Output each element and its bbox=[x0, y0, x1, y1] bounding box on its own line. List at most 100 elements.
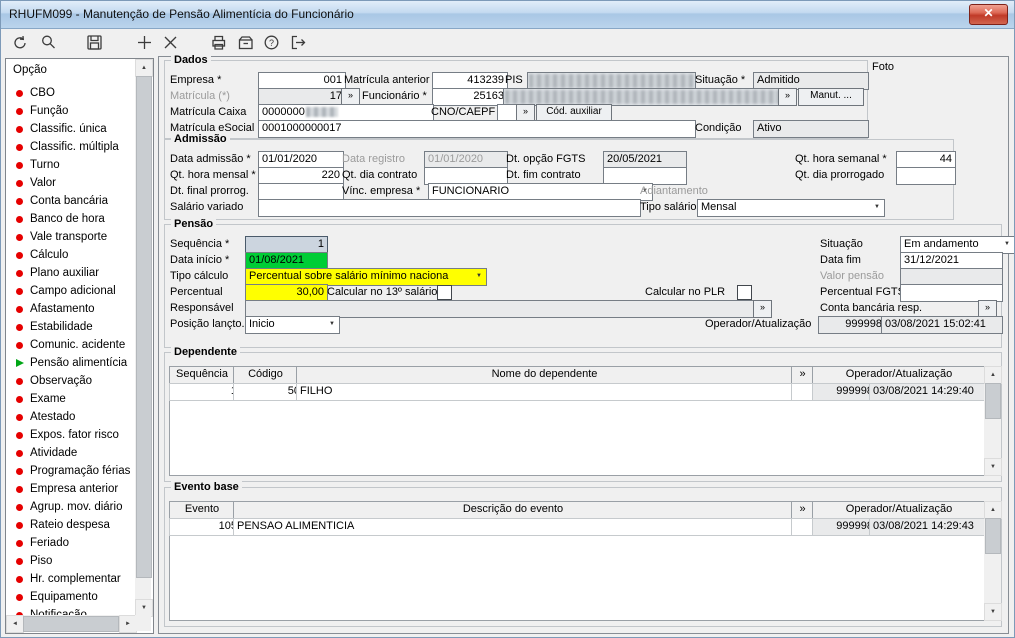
delete-button[interactable] bbox=[158, 30, 183, 55]
foto-label: Foto bbox=[872, 61, 895, 73]
scrollbar-thumb[interactable] bbox=[985, 518, 1001, 554]
dependente-cell-datetime[interactable]: 03/08/2021 14:29:40 bbox=[869, 383, 992, 401]
sidebar-item[interactable]: Programação férias bbox=[7, 462, 135, 480]
sidebar-item[interactable]: Turno bbox=[7, 156, 135, 174]
scrollbar-thumb[interactable] bbox=[23, 616, 119, 632]
sidebar-item[interactable]: Conta bancária bbox=[7, 192, 135, 210]
evento-cell-datetime[interactable]: 03/08/2021 14:29:43 bbox=[869, 518, 992, 536]
scrollbar-thumb[interactable] bbox=[136, 76, 152, 578]
scrollbar-up-button[interactable]: ▲ bbox=[984, 501, 1002, 519]
sidebar-item[interactable]: Atestado bbox=[7, 408, 135, 426]
scrollbar-up-button[interactable]: ▲ bbox=[984, 366, 1002, 384]
sidebar-item[interactable]: Hr. complementar bbox=[7, 570, 135, 588]
responsavel-label: Responsável bbox=[170, 302, 234, 314]
search-button[interactable] bbox=[36, 30, 61, 55]
sidebar-item-label: Hr. complementar bbox=[30, 573, 121, 585]
sidebar-item-label: Equipamento bbox=[30, 591, 98, 603]
salario-variado-field[interactable] bbox=[258, 199, 641, 217]
sidebar-item[interactable]: CBO bbox=[7, 84, 135, 102]
group-title: Dependente bbox=[171, 346, 240, 358]
sidebar-item[interactable]: Plano auxiliar bbox=[7, 264, 135, 282]
sidebar-item[interactable]: Expos. fator risco bbox=[7, 426, 135, 444]
chevron-down-icon: ▼ bbox=[476, 273, 482, 279]
help-button[interactable]: ? bbox=[259, 30, 284, 55]
bullet-icon bbox=[16, 413, 23, 421]
funcionario-lookup-button[interactable]: » bbox=[778, 88, 797, 106]
scrollbar-down-button[interactable]: ▼ bbox=[984, 458, 1002, 476]
calc-13-label: Calcular no 13º salário bbox=[327, 286, 438, 298]
sidebar-item[interactable]: Classific. múltipla bbox=[7, 138, 135, 156]
evento-cell-evento[interactable]: 105 bbox=[169, 518, 241, 536]
evento-cell-descricao[interactable]: PENSAO ALIMENTICIA bbox=[233, 518, 799, 536]
sidebar-item[interactable]: Cálculo bbox=[7, 246, 135, 264]
sidebar-item-label: Cálculo bbox=[30, 249, 69, 261]
evento-cell-operador[interactable]: 999998 bbox=[812, 518, 877, 536]
archive-button[interactable] bbox=[233, 30, 258, 55]
exit-button[interactable] bbox=[286, 30, 311, 55]
sidebar-item[interactable]: Campo adicional bbox=[7, 282, 135, 300]
bullet-icon bbox=[16, 485, 23, 493]
sidebar-item[interactable]: Observação bbox=[7, 372, 135, 390]
sidebar-item[interactable]: Função bbox=[7, 102, 135, 120]
salario-variado-label: Salário variado bbox=[170, 201, 244, 213]
bullet-icon bbox=[16, 89, 23, 97]
sidebar-item-label: Turno bbox=[30, 159, 60, 171]
sidebar-item-label: Classific. única bbox=[30, 123, 107, 135]
save-button[interactable] bbox=[82, 30, 107, 55]
calc-13-checkbox[interactable] bbox=[437, 285, 452, 300]
sidebar-item[interactable]: Vale transporte bbox=[7, 228, 135, 246]
scrollbar-down-button[interactable]: ▼ bbox=[984, 603, 1002, 621]
printer-icon bbox=[212, 35, 226, 50]
data-admissao-label: Data admissão * bbox=[170, 153, 251, 165]
matricula-esocial-field[interactable]: 0001000000017 bbox=[258, 120, 696, 138]
dependente-scrollbar[interactable]: ▲ ▼ bbox=[984, 366, 1002, 476]
add-button[interactable] bbox=[132, 30, 157, 55]
undo-button[interactable] bbox=[8, 30, 33, 55]
delete-icon bbox=[164, 36, 177, 49]
sidebar-item[interactable]: Estabilidade bbox=[7, 318, 135, 336]
sidebar-item[interactable]: Afastamento bbox=[7, 300, 135, 318]
group-title: Admissão bbox=[171, 133, 230, 145]
scrollbar-thumb[interactable] bbox=[985, 383, 1001, 419]
operador-field[interactable]: 999998 bbox=[818, 316, 886, 334]
sidebar-item[interactable]: Comunic. acidente bbox=[7, 336, 135, 354]
sidebar-item[interactable]: Piso bbox=[7, 552, 135, 570]
pensao-situacao-label: Situação bbox=[820, 238, 863, 250]
sidebar-vertical-scrollbar[interactable]: ▲ ▼ bbox=[135, 59, 153, 617]
dependente-cell-codigo[interactable]: 50 bbox=[233, 383, 304, 401]
sidebar: Opção CBO Função Classific. única Classi… bbox=[5, 58, 154, 634]
print-button[interactable] bbox=[206, 30, 231, 55]
calc-plr-checkbox[interactable] bbox=[737, 285, 752, 300]
close-button[interactable]: ✕ bbox=[969, 4, 1008, 25]
scrollbar-corner bbox=[135, 615, 151, 631]
scrollbar-up-button[interactable]: ▲ bbox=[135, 59, 153, 77]
sidebar-horizontal-scrollbar[interactable]: ◄ ► bbox=[6, 615, 137, 633]
sidebar-item[interactable]: Atividade bbox=[7, 444, 135, 462]
dependente-cell-operador[interactable]: 999998 bbox=[812, 383, 877, 401]
sidebar-item[interactable]: Feriado bbox=[7, 534, 135, 552]
dependente-cell-nome[interactable]: FILHO bbox=[296, 383, 799, 401]
sidebar-item[interactable]: Empresa anterior bbox=[7, 480, 135, 498]
scrollbar-left-button[interactable]: ◄ bbox=[6, 615, 24, 633]
sidebar-item-label: Programação férias bbox=[30, 465, 131, 477]
sidebar-item[interactable]: Rateio despesa bbox=[7, 516, 135, 534]
evento-scrollbar[interactable]: ▲ ▼ bbox=[984, 501, 1002, 621]
manut-button[interactable]: Manut. ... bbox=[798, 88, 864, 106]
posicao-lancto-select[interactable]: Inicio ▼ bbox=[245, 316, 340, 334]
vinc-empresa-value: FUNCIONARIO bbox=[432, 185, 509, 197]
dependente-cell-sequencia[interactable]: 1 bbox=[169, 383, 241, 401]
tipo-salario-select[interactable]: Mensal ▼ bbox=[697, 199, 885, 217]
operador-label: Operador/Atualização bbox=[705, 318, 812, 330]
sidebar-item[interactable]: Valor bbox=[7, 174, 135, 192]
sidebar-item[interactable]: Pensão alimentícia bbox=[7, 354, 135, 372]
condicao-field[interactable]: Ativo bbox=[753, 120, 869, 138]
sidebar-item[interactable]: Banco de hora bbox=[7, 210, 135, 228]
sidebar-item[interactable]: Equipamento bbox=[7, 588, 135, 606]
operador-datetime-field[interactable]: 03/08/2021 15:02:41 bbox=[881, 316, 1003, 334]
sidebar-item[interactable]: Exame bbox=[7, 390, 135, 408]
sidebar-item[interactable]: Classific. única bbox=[7, 120, 135, 138]
sidebar-item[interactable]: Agrup. mov. diário bbox=[7, 498, 135, 516]
qt-dia-prorrogado-label: Qt. dia prorrogado bbox=[795, 169, 885, 181]
qt-dia-prorrogado-field[interactable] bbox=[896, 167, 956, 185]
cno-caepf-label: CNO/CAEPF bbox=[431, 106, 496, 118]
